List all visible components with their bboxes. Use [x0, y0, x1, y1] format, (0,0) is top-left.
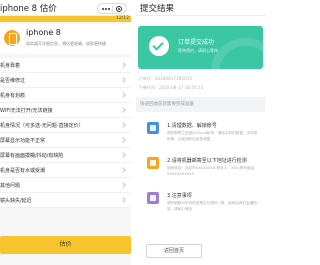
success-card: 订单提交成功 等待预约，请耐心等待	[138, 26, 263, 69]
question-label: 其他问题	[0, 183, 21, 189]
step-item: 3.注意事项 请仔细核对手机机型是否与预约一致，检测后我们会通知您，请耐心等待	[136, 188, 265, 223]
more-icon[interactable]	[102, 8, 110, 10]
chevron-right-icon	[120, 62, 126, 68]
step-description: 回收地址：北京市XXXXXXXX 联系人：XXX 联系电话：XXXXXXXXXX…	[167, 166, 258, 176]
question-item[interactable]: 机身有划痕	[0, 88, 131, 103]
chevron-right-icon	[120, 92, 126, 98]
estimate-screen: iphone 8 估价 12/12 iphone 8 如实填写详细信息，想估更准…	[0, 0, 131, 265]
success-subtitle: 等待预约，请耐心等待	[178, 48, 218, 53]
page-title: iphone 8 估价	[0, 4, 57, 14]
device-tip: 如实填写详细信息，想估更准确，收款更快捷	[26, 41, 106, 46]
step-item: 1.清理数据、解锁账号 请在邮寄之前退出iCloud帐号、清除手机内数据、手机密…	[136, 118, 265, 153]
question-label: 机身靠着	[0, 63, 21, 69]
question-label: 机身有划痕	[0, 93, 26, 99]
step-description: 请仔细核对手机机型是否与预约一致，检测后我们会通知您，请耐心等待	[167, 201, 257, 211]
chevron-right-icon	[120, 197, 126, 203]
step-item: 2.请将机器邮寄至以下地址进行检测 回收地址：北京市XXXXXXXX 联系人：X…	[136, 153, 265, 188]
question-item[interactable]: 镜头缺失/延迟	[0, 193, 131, 208]
progress-count: 12/12	[116, 16, 129, 21]
device-card: iphone 8 如实填写详细信息，想估更准确，收款更快捷	[0, 24, 131, 54]
order-number: 订单号：20180817185015	[138, 76, 193, 81]
chevron-right-icon	[120, 152, 126, 158]
mini-program-capsule[interactable]	[97, 3, 127, 14]
page-title: 提交结果	[140, 4, 175, 14]
question-item[interactable]: 其他问题	[0, 178, 131, 193]
step-title: 3.注意事项	[167, 193, 192, 199]
question-item[interactable]: 屏幕显示功能不正常	[0, 133, 131, 148]
nav-bar: iphone 8 估价	[0, 0, 131, 16]
question-label: 机身是否有水或受潮	[0, 168, 46, 174]
nav-bar: 提交结果	[136, 0, 265, 16]
success-title: 订单提交成功	[178, 39, 215, 46]
question-label: 镜头缺失/延迟	[0, 198, 32, 204]
question-label: 屏幕有画面摸糊/抖动/有缺陷	[0, 153, 64, 159]
estimate-button[interactable]: 估价	[0, 236, 131, 254]
chevron-right-icon	[120, 167, 126, 173]
phone-icon	[4, 30, 20, 46]
chevron-right-icon	[120, 107, 126, 113]
progress-fill	[0, 16, 131, 22]
question-label: WIFI无法打开/无法链接	[0, 108, 53, 114]
question-item[interactable]: 机身靠着	[0, 58, 131, 73]
step-icon	[147, 157, 159, 169]
step-title: 1.清理数据、解锁账号	[167, 123, 217, 129]
back-home-button[interactable]: 返回首页	[146, 244, 202, 258]
chevron-right-icon	[120, 182, 126, 188]
order-info: 订单号：20180817185015 下单时间：2018-08-17 18:50…	[138, 74, 263, 92]
progress-bar	[0, 16, 131, 22]
capsule-divider	[112, 6, 113, 12]
question-item[interactable]: 机身是否有水或受潮	[0, 163, 131, 178]
chevron-right-icon	[120, 122, 126, 128]
tip-text: 快递回收前您需要完成准备	[140, 102, 194, 107]
question-item[interactable]: 机身情况（可多选-无问题-直接定价）	[0, 118, 131, 133]
chevron-right-icon	[120, 77, 126, 83]
question-item[interactable]: 屏幕有画面摸糊/抖动/有缺陷	[0, 148, 131, 163]
check-icon	[149, 36, 169, 56]
step-list: 1.清理数据、解锁账号 请在邮寄之前退出iCloud帐号、清除手机内数据、手机密…	[136, 118, 265, 223]
device-name: iphone 8	[26, 28, 61, 37]
step-title: 2.请将机器邮寄至以下地址进行检测	[167, 158, 247, 164]
question-label: 是否维修过	[0, 78, 26, 84]
step-icon	[147, 192, 159, 204]
tip-bar: 快递回收前您需要完成准备	[136, 97, 265, 112]
submit-result-screen: 提交结果 订单提交成功 等待预约，请耐心等待 订单号：2018081718501…	[136, 0, 265, 265]
step-icon	[147, 122, 159, 134]
chevron-right-icon	[120, 137, 126, 143]
question-label: 屏幕显示功能不正常	[0, 138, 46, 144]
question-item[interactable]: WIFI无法打开/无法链接	[0, 103, 131, 118]
question-item[interactable]: 是否维修过	[0, 73, 131, 88]
step-description: 请在邮寄之前退出iCloud帐号、清除手机内数据、手机密码等，以免回收后信息泄露	[167, 131, 258, 141]
close-icon[interactable]	[116, 6, 122, 12]
order-time: 下单时间：2018-08-17 18:50:15	[138, 85, 204, 90]
question-label: 机身情况（可多选-无问题-直接定价）	[0, 123, 84, 129]
question-list: 机身靠着 是否维修过 机身有划痕 WIFI无法打开/无法链接 机身情况（可多选-…	[0, 58, 131, 208]
decorative-ring	[211, 38, 263, 69]
